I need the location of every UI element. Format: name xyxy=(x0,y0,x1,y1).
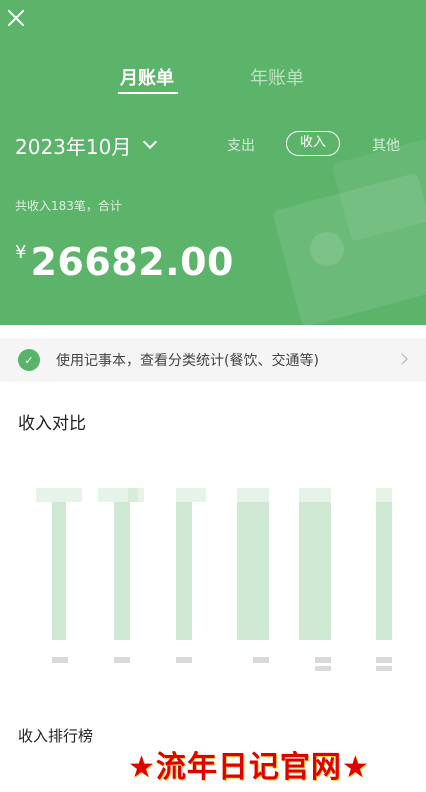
close-icon[interactable] xyxy=(4,6,28,30)
bar-cap xyxy=(376,488,392,502)
currency-symbol: ¥ xyxy=(15,242,27,263)
ledger-icon: ✓ xyxy=(18,349,40,371)
chart-bar xyxy=(52,502,66,640)
income-compare-chart xyxy=(0,470,426,680)
income-summary: 共收入183笔，合计 xyxy=(15,199,122,213)
chevron-down-icon xyxy=(143,134,158,149)
chart-bar xyxy=(114,502,130,640)
decorative-circle xyxy=(310,232,344,266)
filter-other[interactable]: 其他 xyxy=(372,135,400,155)
notebook-promo-banner[interactable]: ✓ 使用记事本，查看分类统计(餐饮、交通等) xyxy=(0,338,426,382)
chevron-right-icon xyxy=(396,353,408,365)
bar-cap xyxy=(176,488,206,502)
bar-label xyxy=(253,657,269,663)
filter-expense[interactable]: 支出 xyxy=(227,135,255,155)
active-tab-indicator xyxy=(118,92,178,94)
bar-label xyxy=(114,657,130,663)
tab-yearly-bill[interactable]: 年账单 xyxy=(250,64,304,90)
income-compare-title: 收入对比 xyxy=(18,414,86,434)
total-amount: ¥ 26682.00 xyxy=(15,240,234,284)
chart-bar xyxy=(376,502,392,640)
bar-label xyxy=(176,657,192,663)
bar-cap xyxy=(36,488,82,502)
amount-value: 26682.00 xyxy=(30,240,234,284)
tab-monthly-bill[interactable]: 月账单 xyxy=(120,64,174,90)
bar-label xyxy=(315,666,331,671)
bar-cap xyxy=(299,488,331,502)
chart-bar xyxy=(176,502,192,640)
bar-label xyxy=(52,657,68,663)
decorative-card xyxy=(272,172,426,325)
bar-cap xyxy=(237,488,269,502)
bar-label xyxy=(376,657,392,663)
filter-income[interactable]: 收入 xyxy=(286,131,340,156)
chart-bar xyxy=(237,502,269,640)
chart-bar xyxy=(299,502,331,640)
bar-label xyxy=(376,666,392,671)
month-label: 2023年10月 xyxy=(15,135,132,159)
watermark-text: ★流年日记官网★ xyxy=(128,750,370,785)
month-selector[interactable]: 2023年10月 xyxy=(15,131,158,160)
header-panel: 月账单 年账单 2023年10月 支出 收入 其他 共收入183笔，合计 ¥ 2… xyxy=(0,0,426,325)
promo-text: 使用记事本，查看分类统计(餐饮、交通等) xyxy=(56,353,319,369)
bar-cap xyxy=(128,488,138,502)
income-rank-title: 收入排行榜 xyxy=(18,727,94,745)
bar-label xyxy=(315,657,331,663)
